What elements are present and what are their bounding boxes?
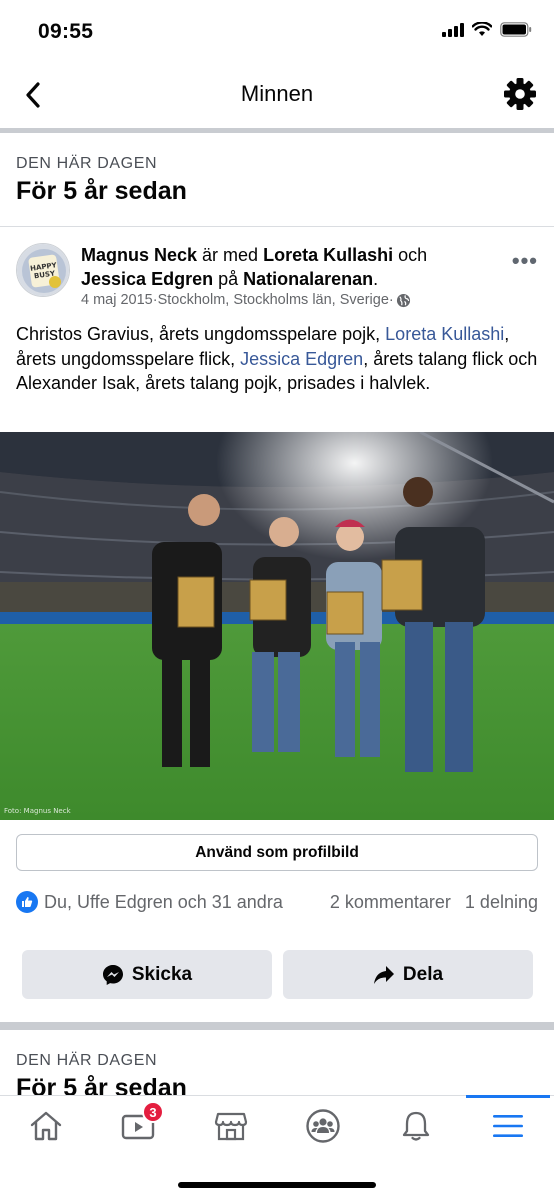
home-indicator[interactable] — [178, 1182, 376, 1188]
marketplace-icon — [214, 1112, 248, 1141]
wifi-icon — [472, 22, 492, 36]
post-meta: 4 maj 2015 · Stockholm, Stockholms län, … — [81, 292, 411, 308]
tab-marketplace[interactable] — [201, 1104, 261, 1148]
divider — [0, 226, 554, 227]
period: . — [373, 269, 379, 289]
memory-title: För 5 år sedan — [16, 177, 187, 205]
tagged-user-1[interactable]: Loreta Kullashi — [263, 245, 393, 265]
tagged-user-2[interactable]: Jessica Edgren — [81, 269, 213, 289]
home-icon — [30, 1111, 62, 1141]
post-text-part: Christos Gravius, årets ungdomsspelare p… — [16, 324, 386, 344]
author-avatar[interactable]: HAPPY BUSY — [16, 243, 70, 297]
tab-groups[interactable] — [293, 1104, 353, 1148]
post-location[interactable]: Stockholm, Stockholms län, Sverige — [158, 292, 389, 308]
shares-count[interactable]: 1 delning — [465, 892, 538, 913]
navigation-bar: Minnen — [0, 62, 554, 128]
like-reaction-icon — [16, 891, 38, 913]
globe-icon — [396, 293, 410, 307]
at-text: på — [213, 269, 244, 289]
use-as-profile-picture-button[interactable]: Använd som profilbild — [16, 834, 538, 871]
post-header: Magnus Neck är med Loreta Kullashi och J… — [81, 243, 491, 291]
bell-icon — [402, 1111, 430, 1141]
battery-icon — [500, 22, 532, 37]
comments-count[interactable]: 2 kommentarer — [330, 892, 451, 913]
reactions-row: Du, Uffe Edgren och 31 andra 2 kommentar… — [16, 889, 538, 915]
with-text: är med — [197, 245, 264, 265]
post-text: Christos Gravius, årets ungdomsspelare p… — [16, 322, 538, 396]
status-time: 09:55 — [38, 20, 94, 43]
hamburger-menu-icon — [493, 1115, 523, 1137]
reactions-summary[interactable]: Du, Uffe Edgren och 31 andra — [44, 892, 283, 913]
section-divider — [0, 1022, 554, 1030]
mention-link-2[interactable]: Jessica Edgren — [240, 349, 363, 369]
send-label: Skicka — [131, 963, 193, 985]
status-bar: 09:55 — [0, 0, 554, 62]
send-button[interactable]: Skicka — [22, 950, 272, 999]
author-name[interactable]: Magnus Neck — [81, 245, 197, 265]
tab-watch[interactable]: 3 — [108, 1101, 168, 1148]
more-options-button[interactable]: ••• — [512, 248, 538, 274]
active-tab-indicator — [466, 1095, 550, 1098]
meta-separator: · — [388, 292, 394, 308]
memory-kicker: DEN HÄR DAGEN — [16, 1052, 158, 1069]
memory-kicker: DEN HÄR DAGEN — [16, 155, 158, 172]
photo-credit: Foto: Magnus Neck — [4, 807, 72, 815]
mention-link-1[interactable]: Loreta Kullashi — [385, 324, 504, 344]
post-date[interactable]: 4 maj 2015 — [81, 292, 153, 308]
tab-menu[interactable] — [478, 1104, 538, 1148]
settings-button[interactable] — [502, 76, 538, 112]
place-link[interactable]: Nationalarenan — [243, 269, 373, 289]
post-photo[interactable]: Foto: Magnus Neck — [0, 432, 554, 820]
watch-notification-badge: 3 — [142, 1101, 164, 1123]
messenger-icon — [102, 964, 123, 985]
tab-notifications[interactable] — [386, 1104, 446, 1148]
share-button[interactable]: Dela — [283, 950, 533, 999]
groups-icon — [306, 1109, 340, 1143]
cellular-signal-icon — [442, 22, 464, 37]
section-divider — [0, 128, 554, 133]
tab-home[interactable] — [16, 1104, 76, 1148]
page-title: Minnen — [240, 81, 314, 106]
status-icons — [442, 22, 532, 37]
gear-icon — [504, 78, 536, 110]
share-label: Dela — [402, 963, 444, 985]
share-arrow-icon — [373, 965, 394, 984]
and-text: och — [393, 245, 428, 265]
